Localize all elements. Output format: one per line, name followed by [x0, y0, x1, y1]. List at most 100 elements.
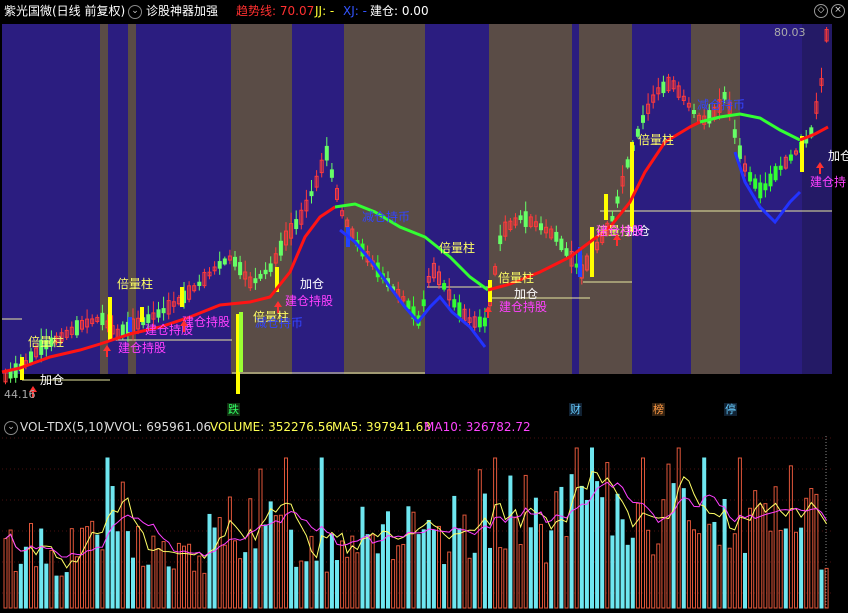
annotation-8: 加仓 [300, 277, 324, 291]
candle-body [482, 317, 487, 327]
volume-bar [284, 457, 288, 609]
price-low-label: 44.16 [4, 388, 36, 401]
volume-bar [64, 572, 69, 609]
volume-bar [375, 553, 380, 609]
volume-bar [641, 457, 645, 609]
event-marker-ting[interactable]: 停 [724, 403, 737, 416]
volume-bar [498, 547, 503, 609]
window-restore-icon[interactable]: ◇ [814, 4, 828, 18]
candle-body [268, 263, 273, 272]
volume-bar [426, 519, 431, 609]
highlight-bar-14 [180, 287, 184, 307]
volume-bar [95, 534, 100, 609]
volume-bar [482, 493, 487, 609]
volume-bar [692, 529, 696, 609]
volume-bar [386, 511, 390, 609]
indicator-name[interactable]: 诊股神器加强 [146, 0, 218, 22]
volume-bar [146, 564, 151, 609]
volume-bar [370, 534, 375, 609]
chart-title-bar: 紫光国微(日线 前复权) ⌄ 诊股神器加强 趋势线: 70.07 JJ: - X… [0, 0, 848, 22]
volume-bar [661, 499, 666, 609]
volume-bar [457, 528, 462, 609]
volume-bar [467, 557, 472, 609]
volume-bar [656, 543, 661, 609]
candle-body [278, 240, 283, 256]
candle-body [758, 182, 763, 199]
candle [783, 154, 788, 170]
volume-bar [600, 497, 605, 609]
xj-value: XJ: - [343, 4, 367, 18]
stock-title[interactable]: 紫光国微(日线 前复权) [4, 0, 125, 22]
gray-band-6 [691, 24, 740, 374]
volume-bar [620, 519, 625, 609]
volume-bar [49, 550, 54, 609]
event-marker-die[interactable]: 跌 [227, 403, 240, 416]
highlight-bar-6 [590, 227, 594, 277]
volume-bar [437, 525, 441, 609]
volume-bar [610, 535, 615, 609]
volume-bar [74, 556, 79, 609]
volume-bar [360, 506, 365, 609]
candle-body [263, 269, 268, 275]
volume-bar [814, 493, 819, 609]
volume-bar [406, 506, 411, 609]
volume-bar [488, 547, 492, 609]
event-marker-cai[interactable]: 财 [569, 403, 582, 416]
ma5-value: MA5: 397941.63 [332, 420, 431, 434]
volume-bar [100, 549, 105, 609]
volume-bar [80, 527, 84, 609]
volume-bar [824, 567, 829, 609]
volume-bar [564, 536, 569, 609]
annotation-0: 倍量柱 [28, 334, 64, 349]
volume-bar [625, 544, 630, 609]
volume-bar [671, 483, 676, 609]
volume-bar [615, 493, 620, 609]
volume-bar [340, 540, 345, 609]
volume-bar [166, 566, 171, 609]
indicator-collapse-icon[interactable]: ⌄ [128, 5, 142, 19]
volume-indicator-name[interactable]: VOL-TDX(5,10) [20, 418, 108, 436]
volume-bar [273, 515, 278, 609]
candle-body [615, 196, 620, 204]
candle-body [661, 81, 666, 94]
candle-body [197, 281, 202, 286]
volume-bar [141, 565, 146, 609]
volume-bar [380, 524, 385, 609]
window-close-icon[interactable]: × [831, 4, 845, 18]
highlight-bar-9 [800, 136, 804, 172]
annotation-17: 减仓持币 [362, 209, 410, 224]
volume-bars [3, 447, 829, 609]
volume-bar [85, 526, 90, 609]
volume-chart [2, 436, 832, 609]
highlight-bar-7 [604, 194, 608, 220]
candle-body [294, 219, 299, 230]
volume-bar [783, 528, 788, 609]
volume-bar [518, 544, 523, 609]
volume-collapse-icon[interactable]: ⌄ [4, 421, 18, 435]
volume-bar [365, 534, 370, 609]
candle-body [768, 173, 773, 187]
volume-bar [732, 533, 737, 609]
volume-bar [391, 559, 396, 609]
candle-body [238, 262, 243, 276]
candle-body [574, 263, 579, 268]
candle-body [74, 320, 79, 336]
annotation-5: 倍量柱 [638, 132, 674, 147]
candle-body [233, 256, 237, 267]
candle-body [156, 309, 161, 318]
candle-body [539, 223, 543, 231]
volume-bar [528, 527, 533, 609]
volume-bar [559, 486, 564, 609]
candle-body [778, 165, 783, 170]
volume-bar [207, 513, 212, 609]
volume-bar [304, 561, 309, 609]
highlight-bar-13 [140, 307, 144, 322]
volume-bar [697, 533, 702, 609]
volume-bar [3, 538, 8, 609]
vvol-value: VVOL: 695961.06 [106, 420, 212, 434]
event-marker-bang[interactable]: 榜 [652, 403, 665, 416]
candle-body [324, 145, 329, 161]
volume-bar [574, 447, 579, 609]
annotation-15: 建仓持股 [596, 223, 644, 238]
jiancang-value: 建仓: 0.00 [370, 4, 429, 18]
